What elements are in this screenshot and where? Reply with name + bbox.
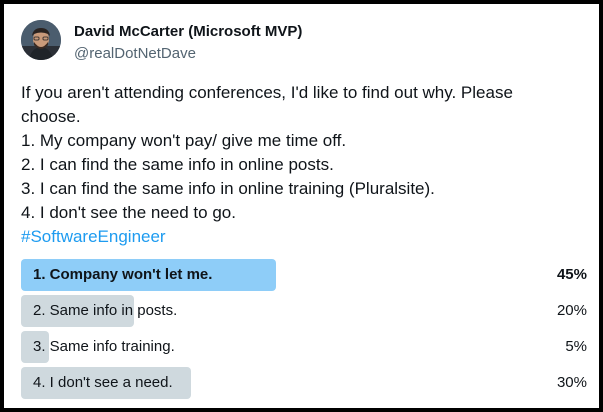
- poll-option-percent: 45%: [556, 266, 587, 283]
- profile-photo-icon: [21, 20, 61, 60]
- hashtag-link[interactable]: #SoftwareEngineer: [21, 225, 581, 249]
- poll-option-percent: 20%: [556, 302, 587, 319]
- poll-option-label: 2. Same info in posts.: [33, 302, 178, 319]
- tweet-line: 3. I can find the same info in online tr…: [21, 179, 435, 198]
- poll-option[interactable]: 2. Same info in posts. 20%: [21, 295, 587, 327]
- tweet-line: 1. My company won't pay/ give me time of…: [21, 131, 347, 150]
- poll-option[interactable]: 3. Same info training. 5%: [21, 331, 587, 363]
- poll-option[interactable]: 1. Company won't let me. 45%: [21, 259, 587, 291]
- poll: 1. Company won't let me. 45% 2. Same inf…: [21, 259, 587, 403]
- avatar[interactable]: [21, 20, 61, 60]
- poll-option-label: 3. Same info training.: [33, 338, 175, 355]
- tweet-card: David McCarter (Microsoft MVP) @realDotN…: [4, 4, 599, 408]
- author-handle[interactable]: @realDotNetDave: [74, 44, 196, 64]
- poll-option-percent: 30%: [556, 374, 587, 391]
- poll-option-label: 1. Company won't let me.: [33, 266, 213, 283]
- tweet-line: 4. I don't see the need to go.: [21, 203, 236, 222]
- poll-option-label: 4. I don't see a need.: [33, 374, 173, 391]
- tweet-line: 2. I can find the same info in online po…: [21, 155, 334, 174]
- author-name[interactable]: David McCarter (Microsoft MVP): [74, 22, 302, 42]
- tweet-text: If you aren't attending conferences, I'd…: [21, 81, 581, 249]
- poll-option[interactable]: 4. I don't see a need. 30%: [21, 367, 587, 399]
- tweet-line: If you aren't attending conferences, I'd…: [21, 83, 513, 102]
- poll-option-percent: 5%: [565, 338, 587, 355]
- tweet-line: choose.: [21, 107, 81, 126]
